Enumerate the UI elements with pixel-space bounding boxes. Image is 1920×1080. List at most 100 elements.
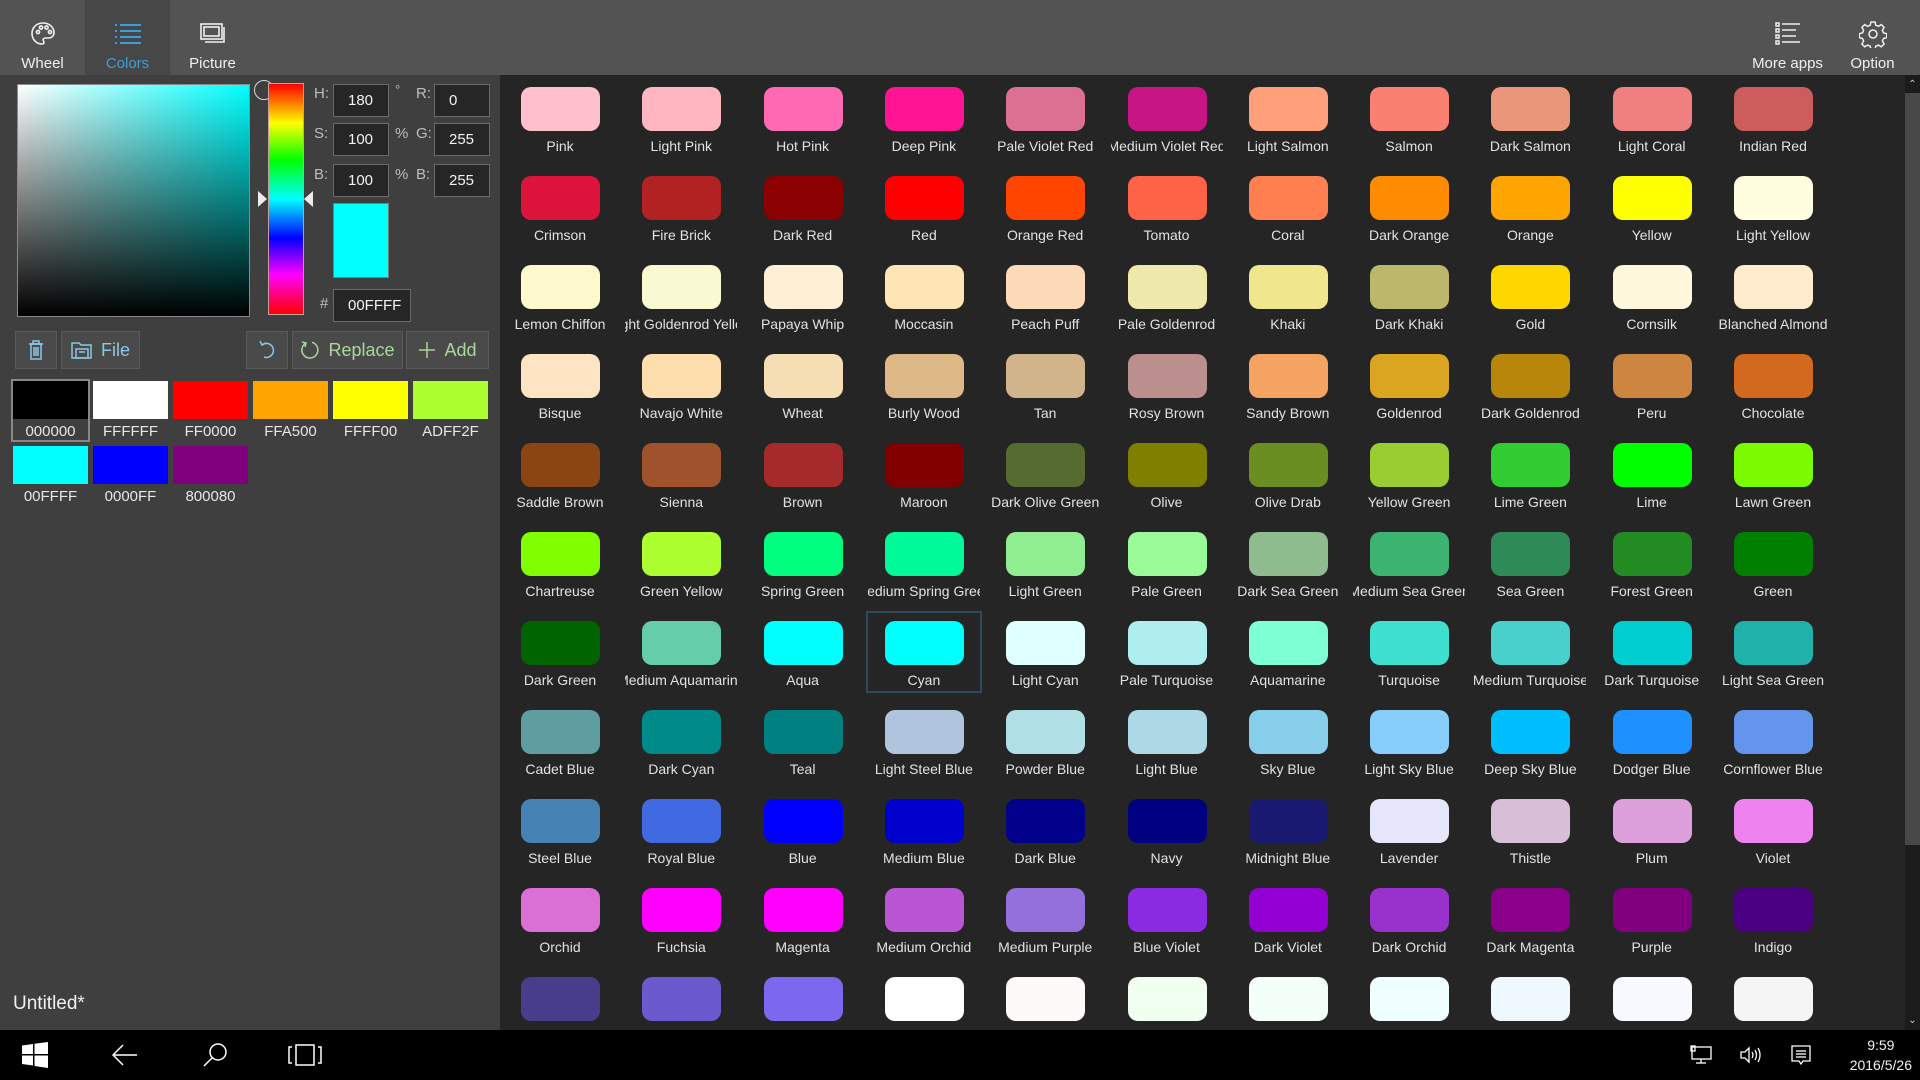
color-cell[interactable]: Bisque (502, 344, 618, 426)
network-button[interactable] (1683, 1030, 1719, 1080)
color-cell[interactable]: Peru (1594, 344, 1710, 426)
color-cell[interactable]: Rosy Brown (1109, 344, 1225, 426)
color-cell[interactable]: Dark Turquoise (1594, 611, 1710, 693)
color-cell[interactable]: Blanched Almond (1715, 255, 1831, 337)
color-cell[interactable]: Slate Blue (623, 967, 739, 1030)
scroll-down-icon[interactable]: ⌄ (1905, 1013, 1920, 1028)
color-cell[interactable]: Dark Violet (1230, 878, 1346, 960)
color-cell[interactable]: Lawn Green (1715, 433, 1831, 515)
color-cell[interactable]: Snow (987, 967, 1103, 1030)
color-cell[interactable]: Light Green (987, 522, 1103, 604)
color-cell[interactable]: Peach Puff (987, 255, 1103, 337)
option-button[interactable]: Option (1830, 0, 1915, 75)
color-cell[interactable]: Light Salmon (1230, 77, 1346, 159)
color-cell[interactable]: Green Yellow (623, 522, 739, 604)
back-button[interactable] (100, 1030, 150, 1080)
color-cell[interactable]: Salmon (1351, 77, 1467, 159)
color-cell[interactable]: Goldenrod (1351, 344, 1467, 426)
color-cell[interactable]: Light Sky Blue (1351, 700, 1467, 782)
color-cell[interactable]: Pale Turquoise (1109, 611, 1225, 693)
color-cell[interactable]: Indian Red (1715, 77, 1831, 159)
color-cell[interactable]: Dark Slate Blue (502, 967, 618, 1030)
color-cell[interactable]: Green (1715, 522, 1831, 604)
color-cell[interactable]: Lime Green (1472, 433, 1588, 515)
color-cell[interactable]: Moccasin (866, 255, 982, 337)
color-cell[interactable]: Spring Green (745, 522, 861, 604)
color-cell[interactable]: Orange Red (987, 166, 1103, 248)
color-cell[interactable]: Medium Slate Blue (745, 967, 861, 1030)
file-button[interactable]: File (61, 331, 140, 369)
color-cell[interactable]: Indigo (1715, 878, 1831, 960)
color-cell[interactable]: Deep Pink (866, 77, 982, 159)
color-cell[interactable]: Yellow (1594, 166, 1710, 248)
task-view-button[interactable] (280, 1030, 330, 1080)
color-cell[interactable]: Alice Blue (1472, 967, 1588, 1030)
color-cell[interactable]: Plum (1594, 789, 1710, 871)
color-cell[interactable]: Pale Goldenrod (1109, 255, 1225, 337)
color-cell[interactable]: Sea Green (1472, 522, 1588, 604)
color-cell[interactable]: Midnight Blue (1230, 789, 1346, 871)
s-input[interactable]: 100 (333, 123, 389, 156)
tab-colors[interactable]: Colors (85, 0, 170, 75)
color-cell[interactable]: Light Coral (1594, 77, 1710, 159)
color-cell[interactable]: Dark Goldenrod (1472, 344, 1588, 426)
replace-button[interactable]: Replace (292, 331, 403, 369)
color-cell[interactable]: Sandy Brown (1230, 344, 1346, 426)
color-cell[interactable]: Cornflower Blue (1715, 700, 1831, 782)
color-cell[interactable]: Light Cyan (987, 611, 1103, 693)
color-cell[interactable]: Light Pink (623, 77, 739, 159)
tab-wheel[interactable]: Wheel (0, 0, 85, 75)
color-cell[interactable]: White (866, 967, 982, 1030)
color-cell[interactable]: Maroon (866, 433, 982, 515)
r-input[interactable]: 0 (434, 84, 490, 117)
color-cell[interactable]: Orange (1472, 166, 1588, 248)
vertical-scrollbar[interactable]: ⌃ ⌄ (1905, 75, 1920, 1030)
color-cell[interactable]: Navy (1109, 789, 1225, 871)
v-input[interactable]: 100 (333, 164, 389, 197)
color-cell[interactable]: Khaki (1230, 255, 1346, 337)
color-cell[interactable]: Papaya Whip (745, 255, 861, 337)
color-cell[interactable]: Brown (745, 433, 861, 515)
color-cell[interactable]: Lemon Chiffon (502, 255, 618, 337)
hue-marker-left[interactable] (258, 191, 267, 207)
h-input[interactable]: 180 (333, 84, 389, 117)
color-cell[interactable]: Cadet Blue (502, 700, 618, 782)
color-cell[interactable]: Purple (1594, 878, 1710, 960)
action-center-button[interactable] (1783, 1030, 1819, 1080)
color-cell[interactable]: Lavender (1351, 789, 1467, 871)
palette-swatch[interactable]: 800080 (173, 446, 248, 505)
color-cell[interactable]: Pale Green (1109, 522, 1225, 604)
color-cell[interactable]: Tan (987, 344, 1103, 426)
color-cell[interactable]: Medium Aquamarine (623, 611, 739, 693)
color-cell[interactable]: Burly Wood (866, 344, 982, 426)
color-cell[interactable]: Yellow Green (1351, 433, 1467, 515)
color-cell[interactable]: Light Steel Blue (866, 700, 982, 782)
color-cell[interactable]: Pale Violet Red (987, 77, 1103, 159)
more-apps-button[interactable]: More apps (1745, 0, 1830, 75)
color-cell[interactable]: Thistle (1472, 789, 1588, 871)
color-cell[interactable]: Medium Violet Red (1109, 77, 1225, 159)
b-input[interactable]: 255 (434, 164, 490, 197)
color-cell[interactable]: Medium Orchid (866, 878, 982, 960)
palette-swatch[interactable]: ADFF2F (413, 381, 488, 440)
scroll-up-icon[interactable]: ⌃ (1905, 77, 1920, 92)
color-cell[interactable]: Ghost White (1594, 967, 1710, 1030)
palette-swatch[interactable]: FFFFFF (93, 381, 168, 440)
color-cell[interactable]: Wheat (745, 344, 861, 426)
color-cell[interactable]: Lime (1594, 433, 1710, 515)
color-cell[interactable]: Mint Cream (1230, 967, 1346, 1030)
color-cell[interactable]: Dark Khaki (1351, 255, 1467, 337)
color-cell[interactable]: Crimson (502, 166, 618, 248)
color-cell[interactable]: Cyan (865, 611, 982, 693)
palette-swatch[interactable]: 00FFFF (13, 446, 88, 505)
color-cell[interactable]: Powder Blue (987, 700, 1103, 782)
color-cell[interactable]: Sienna (623, 433, 739, 515)
color-cell[interactable]: Fuchsia (623, 878, 739, 960)
scrollbar-thumb[interactable] (1905, 93, 1920, 845)
palette-swatch[interactable]: FFA500 (253, 381, 328, 440)
color-cell[interactable]: Teal (745, 700, 861, 782)
color-cell[interactable]: Coral (1230, 166, 1346, 248)
color-cell[interactable]: Dark Orchid (1351, 878, 1467, 960)
color-cell[interactable]: Medium Spring Green (866, 522, 982, 604)
color-cell[interactable]: Aqua (745, 611, 861, 693)
